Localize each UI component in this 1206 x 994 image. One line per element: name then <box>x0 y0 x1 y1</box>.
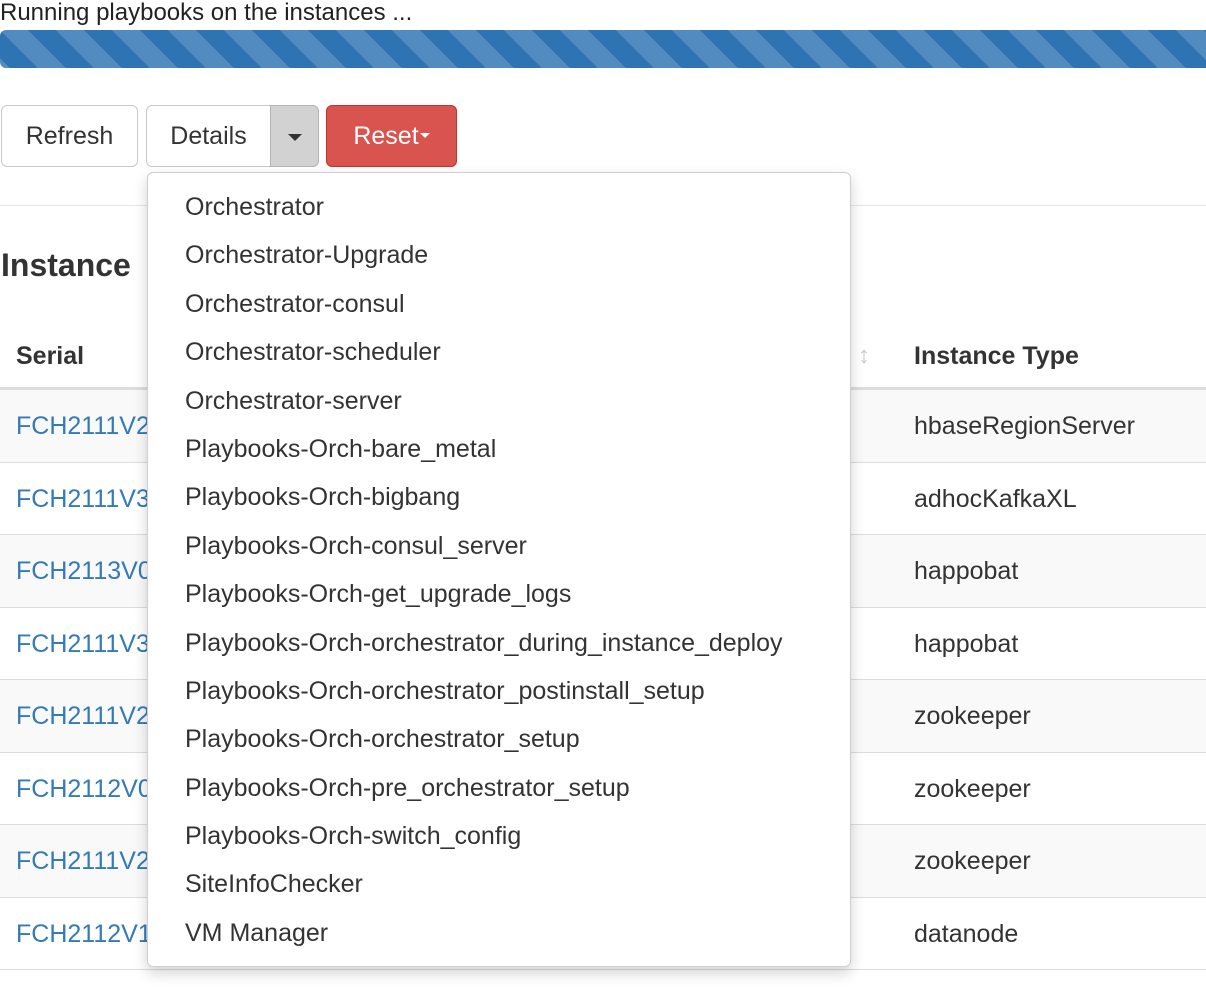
instance-type-cell: zookeeper <box>914 702 1031 730</box>
instance-type-cell: zookeeper <box>914 774 1031 803</box>
details-dropdown-menu: Orchestrator Orchestrator-Upgrade Orchestr… <box>147 172 851 967</box>
column-header-serial[interactable]: Serial <box>16 340 84 372</box>
status-text: Running playbooks on the instances ... <box>0 0 413 26</box>
dropdown-item[interactable]: SiteInfoChecker <box>148 860 850 908</box>
dropdown-item[interactable]: Playbooks-Orch-bare_metal <box>148 425 850 473</box>
dropdown-item[interactable]: Playbooks-Orch-orchestrator_setup <box>148 715 850 763</box>
dropdown-item[interactable]: Playbooks-Orch-pre_orchestrator_setup <box>148 764 850 812</box>
serial-link[interactable]: FCH2111V3 <box>16 628 156 660</box>
details-button[interactable]: Details <box>146 105 271 167</box>
dropdown-item[interactable]: Playbooks-Orch-consul_server <box>148 522 850 570</box>
dropdown-item[interactable]: Playbooks-Orch-get_upgrade_logs <box>148 570 850 618</box>
column-header-instance-type[interactable]: Instance Type <box>914 340 1079 372</box>
page: Running playbooks on the instances ... R… <box>0 0 1206 994</box>
serial-link[interactable]: FCH2112V1 <box>16 918 156 950</box>
caret-down-icon <box>288 134 302 141</box>
instance-type-cell: zookeeper <box>914 847 1031 875</box>
serial-link[interactable]: FCH2111V2 <box>16 845 156 877</box>
dropdown-item[interactable]: Orchestrator-Upgrade <box>148 231 850 279</box>
instance-type-cell: hbaseRegionServer <box>914 412 1135 440</box>
sort-icon[interactable]: ↕ <box>858 340 870 372</box>
serial-link[interactable]: FCH2112V0 <box>16 773 156 805</box>
dropdown-item[interactable]: Playbooks-Orch-orchestrator_postinstall_… <box>148 667 850 715</box>
reset-button-label: Reset <box>353 122 419 150</box>
caret-down-icon <box>419 133 430 139</box>
serial-link[interactable]: FCH2113V0 <box>16 555 156 587</box>
instance-type-cell: happobat <box>914 629 1019 658</box>
serial-link[interactable]: FCH2111V3 <box>16 483 156 515</box>
instance-type-cell: datanode <box>914 919 1019 948</box>
dropdown-item[interactable]: Playbooks-Orch-bigbang <box>148 473 850 521</box>
dropdown-item[interactable]: Playbooks-Orch-switch_config <box>148 812 850 860</box>
dropdown-item[interactable]: Playbooks-Orch-orchestrator_during_insta… <box>148 619 850 667</box>
dropdown-item[interactable]: Orchestrator-scheduler <box>148 328 850 376</box>
progress-bar <box>0 30 1206 68</box>
instance-type-cell: adhocKafkaXL <box>914 484 1077 513</box>
dropdown-item[interactable]: VM Manager <box>148 909 850 957</box>
dropdown-item[interactable]: Orchestrator <box>148 183 850 231</box>
serial-link[interactable]: FCH2111V2 <box>16 410 156 442</box>
refresh-button[interactable]: Refresh <box>1 105 138 167</box>
section-title: Instance <box>1 247 131 283</box>
reset-button[interactable]: Reset <box>326 105 457 167</box>
serial-link[interactable]: FCH2111V2 <box>16 700 156 732</box>
instance-type-cell: happobat <box>914 557 1019 585</box>
dropdown-item[interactable]: Orchestrator-consul <box>148 280 850 328</box>
details-dropdown-toggle[interactable] <box>270 105 319 167</box>
dropdown-item[interactable]: Orchestrator-server <box>148 377 850 425</box>
